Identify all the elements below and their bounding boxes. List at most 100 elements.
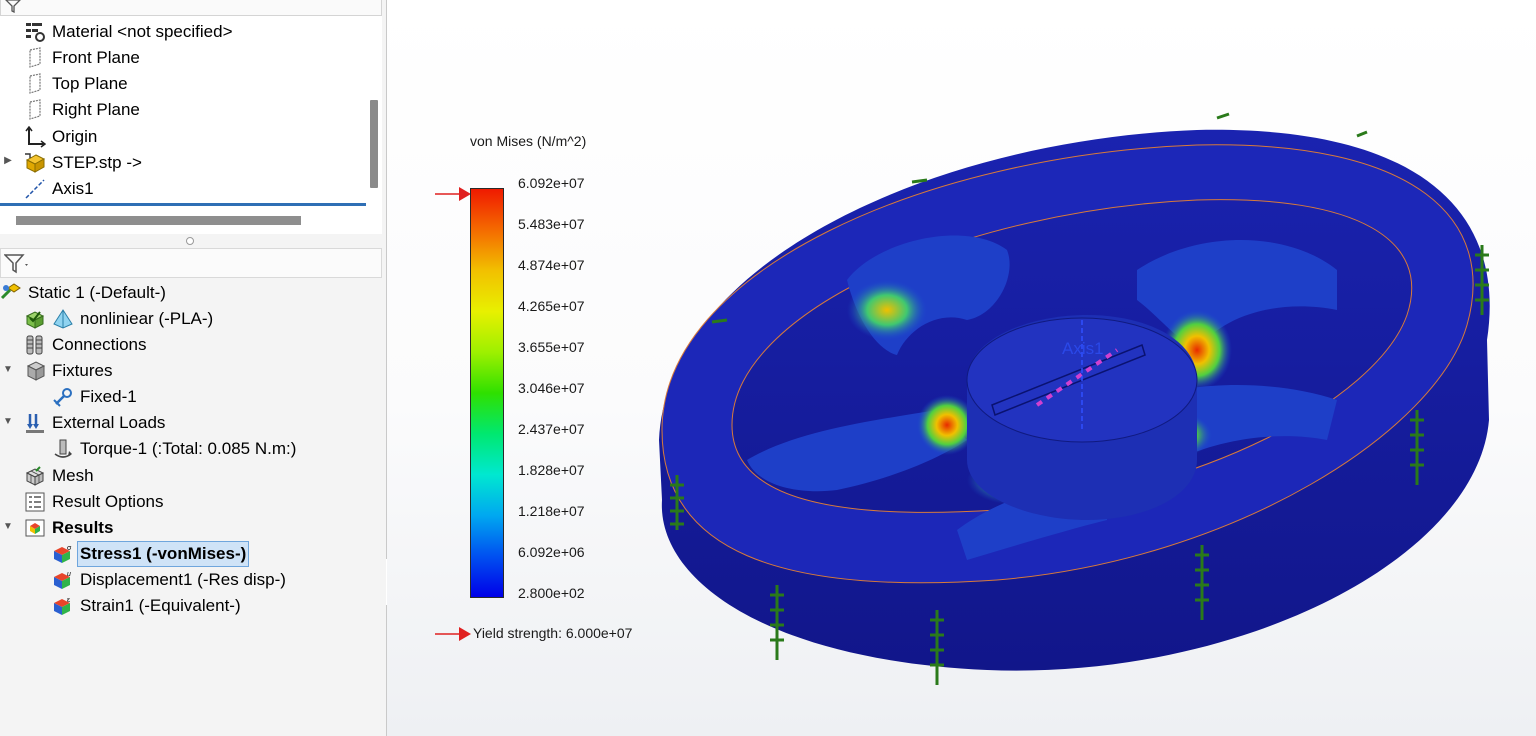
- torque-icon: [52, 438, 74, 460]
- study-item-stress1[interactable]: σ Stress1 (-vonMises-): [52, 541, 250, 567]
- rollback-bar[interactable]: [0, 203, 366, 206]
- tree-item-label: Axis1: [52, 179, 94, 198]
- legend-tick-label: 4.874e+07: [518, 257, 585, 273]
- study-item-connections[interactable]: Connections: [24, 333, 147, 357]
- external-loads-icon: [24, 412, 46, 434]
- expand-arrow-icon[interactable]: ▶: [3, 155, 13, 166]
- study-item-torque1[interactable]: Torque-1 (:Total: 0.085 N.m:): [52, 437, 296, 461]
- study-tree-filter-bar[interactable]: [0, 248, 382, 278]
- tree-item-front-plane[interactable]: Front Plane: [24, 46, 140, 70]
- stress-plot-model[interactable]: Axis1: [637, 100, 1536, 720]
- tree-item-label: Material <not specified>: [52, 22, 233, 41]
- tree-item-origin[interactable]: Origin: [24, 125, 97, 149]
- strain-plot-icon: ε: [52, 595, 74, 617]
- tree-item-label: External Loads: [52, 413, 166, 432]
- tree-item-label: Mesh: [52, 466, 94, 485]
- feature-tree: Material <not specified> Front Plane Top…: [0, 0, 382, 234]
- tree-item-label: Top Plane: [52, 74, 128, 93]
- filter-icon[interactable]: [3, 254, 30, 279]
- mesh-icon: [24, 465, 46, 487]
- svg-text:σ: σ: [67, 545, 72, 552]
- study-node-static1[interactable]: Static 1 (-Default-): [0, 281, 166, 305]
- tree-item-label: Connections: [52, 335, 147, 354]
- tree-item-label: Displacement1 (-Res disp-): [80, 570, 286, 589]
- legend-tick-label: 6.092e+07: [518, 175, 585, 191]
- study-item-fixtures[interactable]: Fixtures: [24, 359, 112, 383]
- legend-tick-label: 3.046e+07: [518, 380, 585, 396]
- study-item-displacement1[interactable]: u Displacement1 (-Res disp-): [52, 568, 286, 592]
- fixture-marker: [911, 178, 928, 184]
- tree-item-label: Result Options: [52, 492, 164, 511]
- origin-icon: [24, 126, 46, 148]
- graphics-viewport[interactable]: von Mises (N/m^2) 6.092e+07 5.483e+07 4.87…: [387, 0, 1536, 736]
- result-options-icon: [24, 491, 46, 513]
- filter-icon[interactable]: [5, 0, 21, 18]
- tree-item-label: Torque-1 (:Total: 0.085 N.m:): [80, 439, 297, 458]
- yield-strength-arrow-icon: [435, 627, 471, 641]
- material-icon: [24, 21, 46, 43]
- study-item-mesh[interactable]: Mesh: [24, 464, 94, 488]
- legend-tick-label: 4.265e+07: [518, 298, 585, 314]
- study-item-part-material[interactable]: nonliniear (-PLA-): [24, 307, 213, 331]
- plane-icon: [24, 47, 46, 69]
- collapse-arrow-icon[interactable]: ▼: [3, 364, 13, 375]
- legend-title: von Mises (N/m^2): [470, 133, 587, 149]
- tree-item-label: Origin: [52, 127, 98, 146]
- tree-item-label: Front Plane: [52, 48, 140, 67]
- feature-tree-filter-bar[interactable]: [0, 0, 382, 16]
- tree-item-label: Results: [52, 518, 114, 537]
- tree-item-label: Static 1 (-Default-): [28, 283, 166, 302]
- part-check-icon: [24, 308, 46, 330]
- connections-icon: [24, 334, 46, 356]
- fixture-marker: [1356, 130, 1368, 138]
- study-item-result-options[interactable]: Result Options: [24, 490, 164, 514]
- study-item-results[interactable]: Results: [24, 516, 113, 540]
- tree-item-label: Fixtures: [52, 361, 113, 380]
- legend-tick-label: 2.437e+07: [518, 421, 585, 437]
- yield-strength-label: Yield strength: 6.000e+07: [473, 625, 633, 641]
- color-legend-bar: [470, 188, 504, 598]
- simulation-study-tree: Static 1 (-Default-) nonliniear (-PLA-) …: [0, 244, 386, 736]
- tree-item-label: nonliniear (-PLA-): [80, 309, 214, 328]
- part-material-icon: [52, 308, 74, 330]
- collapse-arrow-icon[interactable]: ▼: [3, 521, 13, 532]
- study-item-fixed1[interactable]: Fixed-1: [52, 385, 137, 409]
- axis-icon: [24, 178, 46, 200]
- plane-icon: [24, 73, 46, 95]
- legend-tick-label: 6.092e+06: [518, 544, 585, 560]
- study-icon: [0, 282, 22, 304]
- feature-tree-vertical-scrollbar[interactable]: [370, 100, 378, 188]
- tree-item-label: Stress1 (-vonMises-): [77, 541, 250, 567]
- legend-tick-label: 3.655e+07: [518, 339, 585, 355]
- stress-plot-icon: σ: [52, 543, 74, 565]
- tree-item-step-part[interactable]: STEP.stp ->: [24, 151, 142, 175]
- svg-text:u: u: [67, 571, 71, 578]
- svg-text:ε: ε: [67, 597, 70, 604]
- feature-tree-horizontal-scrollbar[interactable]: [16, 216, 301, 225]
- tree-item-label: STEP.stp ->: [52, 153, 142, 172]
- max-value-arrow-icon: [435, 187, 471, 201]
- legend-tick-label: 2.800e+02: [518, 585, 585, 601]
- tree-item-top-plane[interactable]: Top Plane: [24, 72, 128, 96]
- study-item-external-loads[interactable]: External Loads: [24, 411, 165, 435]
- axis-label: Axis1: [1062, 339, 1104, 358]
- study-item-strain1[interactable]: ε Strain1 (-Equivalent-): [52, 594, 241, 618]
- plane-icon: [24, 99, 46, 121]
- fixture-marker: [1216, 112, 1230, 120]
- tree-item-material[interactable]: Material <not specified>: [24, 20, 233, 44]
- displacement-plot-icon: u: [52, 569, 74, 591]
- part-icon: [24, 152, 46, 174]
- tree-item-label: Strain1 (-Equivalent-): [80, 596, 241, 615]
- fixed-icon: [52, 386, 74, 408]
- results-icon: [24, 517, 46, 539]
- legend-tick-label: 1.828e+07: [518, 462, 585, 478]
- tree-item-right-plane[interactable]: Right Plane: [24, 98, 140, 122]
- tree-item-axis1[interactable]: Axis1: [24, 177, 94, 201]
- legend-tick-label: 1.218e+07: [518, 503, 585, 519]
- fixture-marker: [711, 318, 728, 324]
- feature-manager-panel: Material <not specified> Front Plane Top…: [0, 0, 387, 736]
- tree-item-label: Right Plane: [52, 100, 140, 119]
- collapse-arrow-icon[interactable]: ▼: [3, 416, 13, 427]
- fixtures-icon: [24, 360, 46, 382]
- tree-item-label: Fixed-1: [80, 387, 137, 406]
